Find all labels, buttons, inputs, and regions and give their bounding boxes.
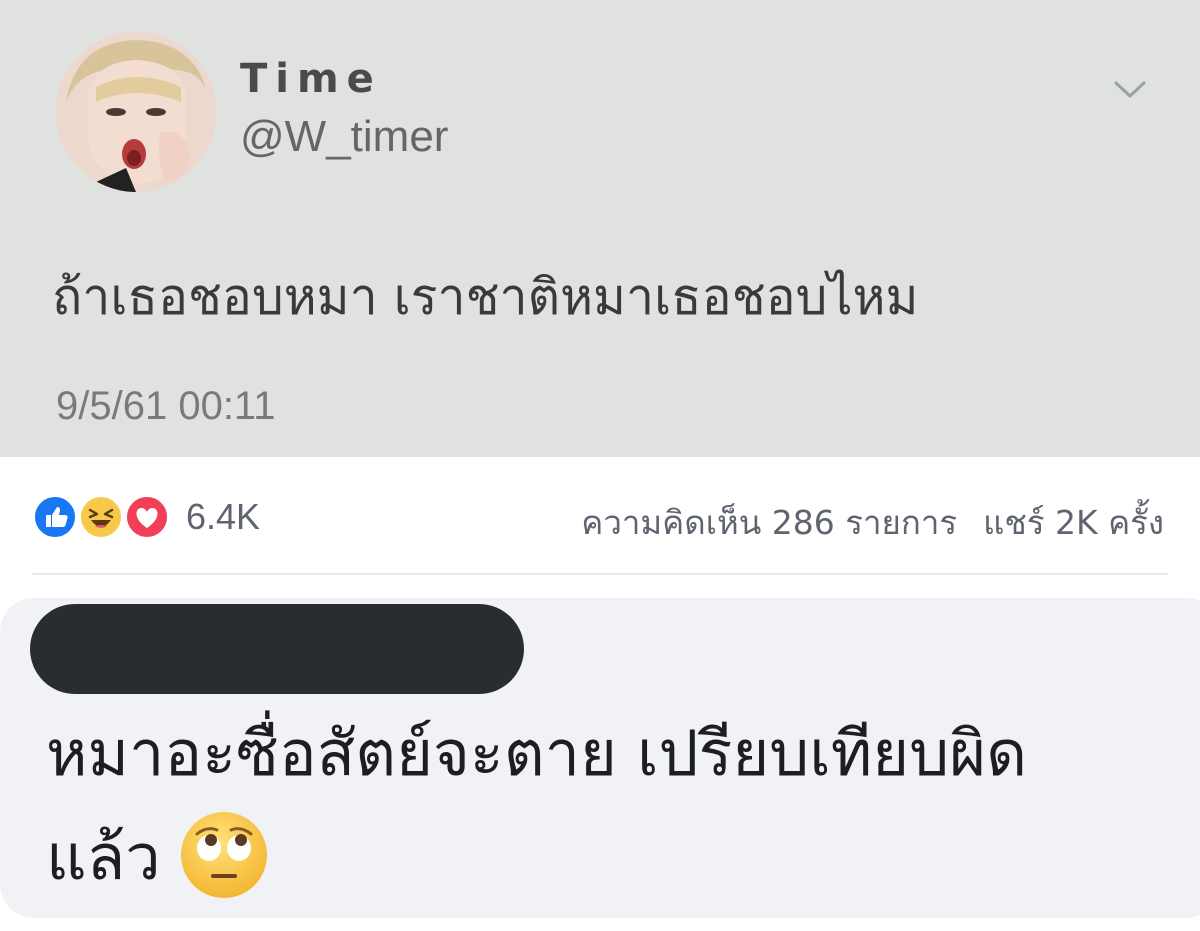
like-icon [32, 494, 78, 540]
comment-line-1: หมาอะซื่อสัตย์จะตาย เปรียบเทียบผิด [46, 717, 1028, 790]
comment-line-2-wrapper: แล้ว [46, 806, 1200, 910]
divider [32, 573, 1168, 575]
shares-count-link[interactable]: แชร์ 2K ครั้ง [983, 503, 1164, 542]
comment-share-summary: ความคิดเห็น 286 รายการ แชร์ 2K ครั้ง [581, 496, 1164, 549]
tweet-text: ถ้าเธอชอบหมา เราชาติหมาเธอชอบไหม [52, 268, 919, 326]
reaction-icons[interactable] [32, 494, 178, 540]
reaction-count[interactable]: 6.4K [186, 496, 260, 538]
comment-line-2: แล้ว [46, 821, 161, 894]
display-name[interactable]: Time [240, 56, 382, 102]
avatar[interactable] [56, 32, 216, 192]
haha-icon [78, 494, 124, 540]
tweet-timestamp: 9/5/61 00:11 [56, 384, 276, 428]
comments-count-link[interactable]: ความคิดเห็น 286 รายการ [581, 503, 957, 542]
eye-roll-emoji-icon [179, 810, 269, 900]
love-icon [124, 494, 170, 540]
chevron-down-icon[interactable] [1110, 74, 1150, 104]
tweet-card: Time @W_timer ถ้าเธอชอบหมา เราชาติหมาเธอ… [0, 0, 1200, 457]
user-handle[interactable]: @W_timer [240, 112, 448, 162]
comment-text: หมาอะซื่อสัตย์จะตาย เปรียบเทียบผิด แล้ว [46, 702, 1200, 910]
redacted-commenter-name [30, 604, 524, 694]
